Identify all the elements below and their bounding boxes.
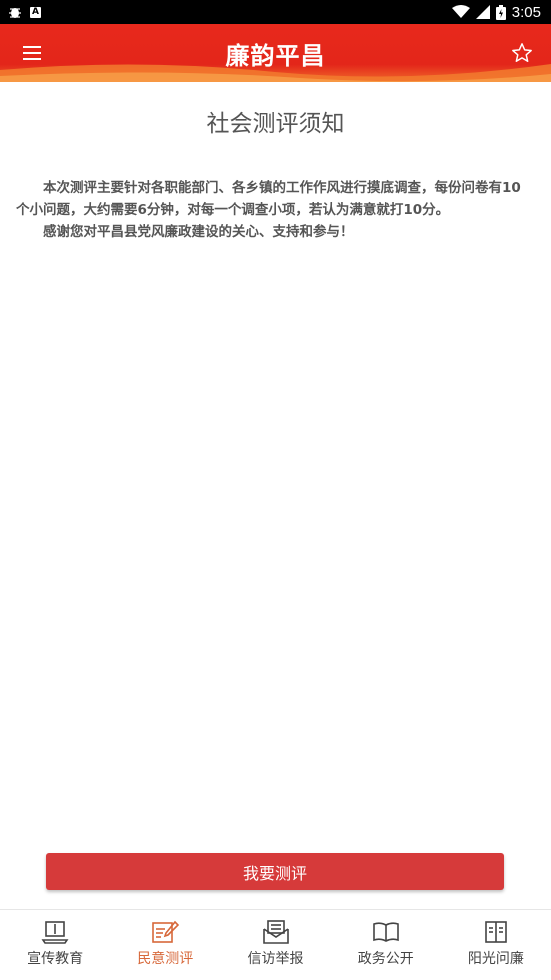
- bottom-nav: 宣传教育 民意测评 信访举报 政务公开 阳光问廉: [0, 909, 551, 980]
- nav-item-public-opinion-survey[interactable]: 民意测评: [110, 910, 220, 980]
- nav-label: 信访举报: [247, 951, 304, 967]
- open-book-icon: [371, 919, 401, 945]
- document-book-icon: [481, 919, 511, 945]
- nav-label: 宣传教育: [27, 951, 84, 967]
- signal-icon: [475, 5, 490, 19]
- nav-item-sunshine-inquiry[interactable]: 阳光问廉: [441, 910, 551, 980]
- status-time: 3:05: [511, 3, 541, 21]
- nav-item-publicity-education[interactable]: 宣传教育: [0, 910, 110, 980]
- nav-label: 政务公开: [357, 951, 414, 967]
- notice-paragraph: 感谢您对平昌县党风廉政建设的关心、支持和参与！: [43, 224, 354, 240]
- app-title: 廉韵平昌: [225, 42, 326, 70]
- nav-item-petition-report[interactable]: 信访举报: [220, 910, 330, 980]
- nav-label: 阳光问廉: [467, 951, 524, 967]
- edit-note-icon: [150, 919, 180, 945]
- start-survey-button[interactable]: 我要测评: [46, 853, 504, 890]
- bug-icon: [8, 5, 22, 19]
- laptop-book-icon: [40, 919, 70, 945]
- wifi-icon: [451, 5, 470, 19]
- app-header: 廉韵平昌: [0, 24, 551, 82]
- status-left: A: [8, 5, 41, 19]
- favorite-button[interactable]: [507, 38, 537, 68]
- notice-body: 本次测评主要针对各职能部门、各乡镇的工作作风进行摸底调查，每份问卷有10个小问题…: [16, 177, 532, 243]
- status-right: 3:05: [451, 3, 541, 21]
- nav-item-government-affairs[interactable]: 政务公开: [331, 910, 441, 980]
- a-notification-icon: A: [30, 6, 41, 18]
- mail-report-icon: [261, 919, 291, 945]
- page-title: 社会测评须知: [206, 111, 345, 137]
- notice-paragraph: 本次测评主要针对各职能部门、各乡镇的工作作风进行摸底调查，每份问卷有10个小问题…: [16, 180, 521, 218]
- battery-icon: [495, 4, 506, 20]
- star-outline-icon: [512, 43, 532, 62]
- nav-label: 民意测评: [137, 951, 194, 967]
- status-bar: A 3:05: [0, 0, 551, 24]
